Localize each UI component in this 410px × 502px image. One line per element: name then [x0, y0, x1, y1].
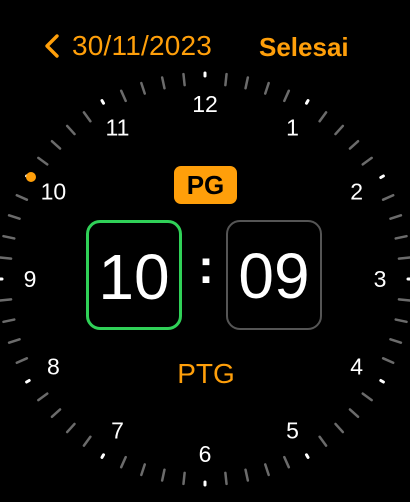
- major-tick: [100, 453, 105, 459]
- minor-tick: [2, 234, 16, 240]
- hour-number-1[interactable]: 1: [286, 114, 299, 140]
- minor-tick: [0, 256, 13, 260]
- minor-tick: [2, 318, 16, 324]
- hour-number-4[interactable]: 4: [350, 354, 363, 380]
- minor-tick: [389, 214, 403, 220]
- minute-field[interactable]: 09: [226, 220, 322, 330]
- minor-tick: [244, 76, 250, 90]
- minor-tick: [15, 357, 29, 365]
- minor-tick: [394, 318, 408, 324]
- minor-tick: [264, 81, 270, 95]
- major-tick: [305, 99, 310, 105]
- hour-number-2[interactable]: 2: [350, 179, 363, 205]
- hour-number-6[interactable]: 6: [199, 441, 212, 467]
- minor-tick: [65, 422, 76, 434]
- minor-tick: [394, 234, 408, 240]
- minor-tick: [334, 422, 345, 434]
- major-tick: [25, 379, 31, 384]
- minor-tick: [264, 463, 270, 477]
- minor-tick: [182, 471, 186, 486]
- ampm-selected-badge[interactable]: PG: [174, 166, 237, 204]
- hour-number-11[interactable]: 11: [106, 114, 130, 140]
- minor-tick: [381, 193, 395, 201]
- major-tick: [305, 453, 310, 459]
- minor-tick: [361, 392, 373, 402]
- minor-tick: [82, 111, 92, 123]
- minor-tick: [361, 156, 373, 166]
- minor-tick: [140, 81, 146, 95]
- minor-tick: [397, 256, 410, 260]
- selected-hour-dot-icon: [26, 172, 36, 182]
- minor-tick: [119, 455, 127, 469]
- hour-number-10[interactable]: 10: [41, 179, 67, 205]
- minor-tick: [7, 338, 21, 344]
- minor-tick: [381, 357, 395, 365]
- minor-tick: [283, 455, 291, 469]
- minor-tick: [283, 89, 291, 103]
- minor-tick: [50, 408, 62, 419]
- minor-tick: [50, 139, 62, 150]
- minor-tick: [389, 338, 403, 344]
- minor-tick: [348, 408, 360, 419]
- minor-tick: [318, 435, 328, 447]
- time-separator: :: [198, 241, 214, 294]
- hour-number-12[interactable]: 12: [192, 91, 218, 117]
- minor-tick: [37, 156, 49, 166]
- minor-tick: [119, 89, 127, 103]
- minor-tick: [140, 463, 146, 477]
- hour-number-7[interactable]: 7: [111, 418, 124, 444]
- minor-tick: [318, 111, 328, 123]
- minor-tick: [224, 72, 228, 87]
- hour-number-8[interactable]: 8: [47, 354, 60, 380]
- minor-tick: [182, 72, 186, 87]
- hour-number-5[interactable]: 5: [286, 418, 299, 444]
- major-tick: [379, 174, 385, 179]
- hour-number-9[interactable]: 9: [24, 266, 37, 292]
- hour-field[interactable]: 10: [86, 220, 182, 330]
- minor-tick: [82, 435, 92, 447]
- minor-tick: [65, 124, 76, 136]
- minor-tick: [7, 214, 21, 220]
- minor-tick: [348, 139, 360, 150]
- major-tick: [379, 379, 385, 384]
- minor-tick: [334, 124, 345, 136]
- minor-tick: [397, 298, 410, 302]
- major-tick: [100, 99, 105, 105]
- minor-tick: [15, 193, 29, 201]
- minor-tick: [37, 392, 49, 402]
- minor-tick: [244, 468, 250, 482]
- minor-tick: [224, 471, 228, 486]
- ampm-alternate-option[interactable]: PTG: [160, 356, 252, 392]
- minor-tick: [160, 468, 166, 482]
- minor-tick: [160, 76, 166, 90]
- minor-tick: [0, 298, 13, 302]
- hour-number-3[interactable]: 3: [374, 266, 387, 292]
